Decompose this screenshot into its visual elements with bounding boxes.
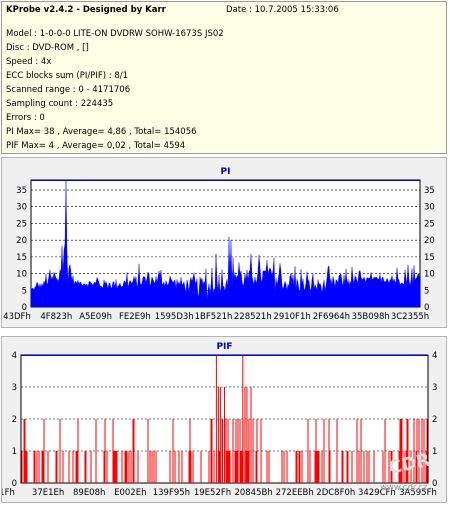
range-line: Scanned range : 0 - 4171706 (6, 85, 131, 95)
info-panel: KProbe v2.4.2 - Designed by Karr Date : … (1, 1, 447, 154)
pi-y-tick-left: 5 (22, 286, 27, 296)
pi-y-tick-left: 20 (16, 236, 27, 246)
pi-x-tick: 43DFh (3, 312, 31, 322)
pif-x-tick: 1Fh (2, 488, 15, 498)
pif-x-tick: 20845Bh (234, 488, 272, 498)
pi-chart: PI0 05 510 1015 1520 2025 2530 3035 3543DFh 4F823… (3, 167, 435, 322)
pif-y-tick-right: 2 (432, 415, 437, 425)
pi-y-tick-left: 25 (16, 219, 27, 229)
watermark-url: www.cdr.cz (380, 483, 428, 493)
pi-title: PI (221, 167, 231, 177)
pi-y-tick-right: 35 (424, 186, 435, 196)
model-line: Model : 1-0-0-0 LITE-ON DVDRW SOHW-1673S… (6, 29, 224, 39)
sampling-line: Sampling count : 224435 (6, 99, 114, 109)
pi-x-tick: A5E09h (79, 312, 112, 322)
pi-chart-panel: PI 0 0 5 5 10 10 15 15 20 20 25 25 30 30 35 35 43DFh 4F823… (1, 157, 447, 328)
pif-y-tick-left: 1 (12, 447, 17, 457)
cdr-watermark-logo: CDR www.cdr.cz (380, 450, 433, 493)
errors-line: Errors : 0 (6, 113, 45, 123)
pif-stats-line: PIF Max= 4 , Average= 0,02 , Total= 4594 (6, 141, 186, 151)
pi-y-tick-right: 30 (424, 203, 435, 213)
pif-x-tick: 139F95h (153, 488, 190, 498)
pif-y-tick-left: 2 (12, 415, 17, 425)
pi-x-tick: 4F823h (40, 312, 72, 322)
pi-x-tick: 3C2355h (391, 312, 429, 322)
pi-x-tick: 1BF521h (195, 312, 233, 322)
pi-y-tick-left: 15 (16, 253, 27, 263)
pi-x-tick: 2910F1h (273, 312, 310, 322)
pi-y-tick-right: 5 (424, 286, 429, 296)
pif-title: PIF (216, 342, 232, 352)
pi-y-tick-left: 10 (16, 270, 27, 280)
ecc-line: ECC blocks sum (PI/PIF) : 8/1 (6, 71, 129, 81)
pi-y-tick-right: 25 (424, 219, 435, 229)
pi-x-tick: 228521h (234, 312, 272, 322)
pif-y-tick-right: 3 (432, 383, 437, 393)
pif-x-tick: 89E08h (73, 488, 105, 498)
speed-line: Speed : 4x (6, 57, 52, 67)
pif-y-tick-left: 4 (12, 351, 17, 361)
watermark-logo-text: CDR (387, 450, 433, 479)
pi-y-tick-right: 20 (424, 236, 435, 246)
pif-x-tick: 272EEBh (276, 488, 314, 498)
pif-x-tick: 19E52Fh (194, 488, 231, 498)
pif-y-tick-left: 3 (12, 383, 17, 393)
pi-x-tick: FE2E9h (119, 312, 151, 322)
pi-y-tick-left: 35 (16, 186, 27, 196)
pi-y-tick-right: 15 (424, 253, 435, 263)
pi-x-tick: 35B098h (352, 312, 390, 322)
disc-line: Disc : DVD-ROM , [] (6, 43, 89, 53)
pif-x-tick: 37E1Eh (32, 488, 64, 498)
pi-x-tick: 1595D3h (155, 312, 194, 322)
pif-y-tick-right: 4 (432, 351, 437, 361)
scan-date: Date : 10.7.2005 15:33:06 (226, 5, 339, 15)
pi-x-tick: 2F6964h (313, 312, 350, 322)
pi-y-tick-left: 30 (16, 203, 27, 213)
pi-stats-line: PI Max= 38 , Average= 4,86 , Total= 1540… (6, 127, 197, 137)
pi-y-tick-right: 10 (424, 270, 435, 280)
app-title: KProbe v2.4.2 - Designed by Karr (6, 5, 166, 15)
pif-x-tick: E002Eh (114, 488, 146, 498)
